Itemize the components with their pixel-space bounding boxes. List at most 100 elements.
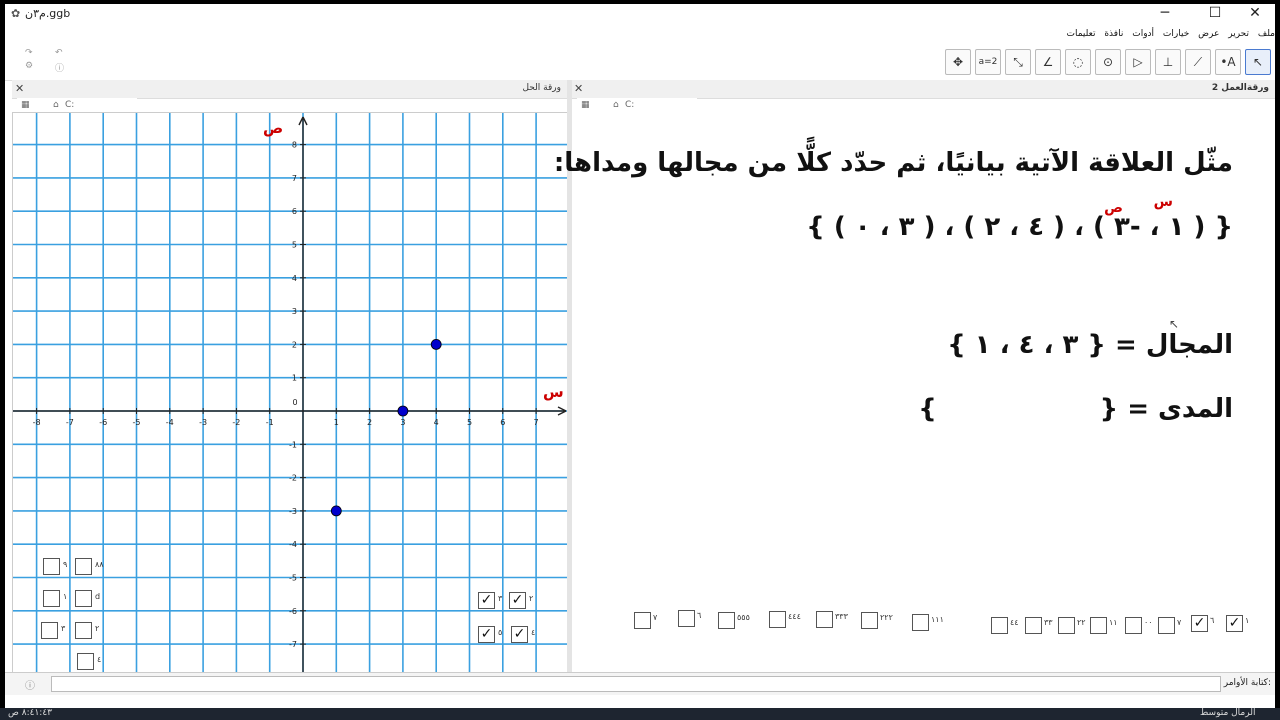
tool-line-icon[interactable]: ⟋ [1185, 49, 1211, 75]
input-label: كتابة الأوامر: [1223, 678, 1271, 688]
tool-angle-icon[interactable]: ∠ [1035, 49, 1061, 75]
plotted-point [330, 505, 342, 517]
home-icon[interactable]: ⌂ [613, 100, 619, 110]
weather-widget[interactable]: الرمال متوسط [1200, 708, 1255, 718]
y-tick-label: 8 [292, 141, 297, 150]
app-window: ✿ م٣ن.ggb ─ ☐ ✕ ملف تحرير عرض خيارات أدو… [5, 4, 1275, 708]
answer-checkbox[interactable] [43, 590, 60, 607]
menu-help[interactable]: تعليمات [1067, 26, 1096, 42]
command-input[interactable] [51, 676, 1221, 692]
answer-checkbox[interactable] [912, 614, 929, 631]
worksheet-view: مثّل العلاقة الآتية بيانيًا، ثم حدّد كلً… [554, 112, 1275, 672]
worksheet-panel-title[interactable]: ورقةالعمل 2 [1212, 83, 1269, 93]
checkbox-label: ٣ [61, 624, 66, 633]
tool-circle-icon[interactable]: ⊙ [1095, 49, 1121, 75]
checkbox-label: ١١١ [931, 615, 944, 624]
answer-checkbox[interactable] [77, 653, 94, 670]
x-tick-label: 3 [400, 418, 405, 427]
answer-checkbox[interactable]: ✓ [1226, 615, 1243, 632]
x-tick-label: 2 [367, 418, 372, 427]
answer-checkbox[interactable] [1090, 617, 1107, 634]
tool-polygon-icon[interactable]: ▷ [1125, 49, 1151, 75]
tool-ellipse-icon[interactable]: ◌ [1065, 49, 1091, 75]
tool-perpendicular-icon[interactable]: ⊥ [1155, 49, 1181, 75]
redo-icon[interactable]: ↷ [25, 48, 33, 58]
answer-checkbox[interactable] [634, 612, 651, 629]
x-tick-label: -8 [33, 418, 41, 427]
coord-label[interactable]: C: [65, 100, 74, 110]
answer-checkbox[interactable] [41, 622, 58, 639]
answer-checkbox[interactable] [678, 610, 695, 627]
tool-move-icon[interactable]: ↖ [1245, 49, 1271, 75]
input-bar: ⓘ كتابة الأوامر: [5, 672, 1275, 695]
answer-checkbox[interactable]: ✓ [478, 592, 495, 609]
checkbox-label: ٥ [498, 628, 503, 637]
checkbox-label: ٥٥٥ [737, 613, 750, 622]
checkbox-label: ٣٣٣ [835, 612, 848, 621]
settings-icon[interactable]: ⚙ [25, 61, 33, 71]
plotted-point [430, 338, 442, 350]
y-tick-label: -3 [289, 507, 297, 516]
answer-checkbox[interactable] [991, 617, 1008, 634]
y-tick-label: 1 [292, 374, 297, 383]
maximize-button[interactable]: ☐ [1195, 4, 1235, 22]
answer-checkbox[interactable] [1158, 617, 1175, 634]
y-tick-label: -2 [289, 474, 297, 483]
answer-checkbox[interactable] [861, 612, 878, 629]
y-axis-label: ص [263, 119, 283, 137]
checkbox-label: ٧ [653, 613, 658, 622]
menu-options[interactable]: خيارات [1163, 26, 1189, 42]
y-tick-label: -4 [289, 540, 297, 549]
input-help-icon[interactable]: ⓘ [25, 677, 35, 692]
x-tick-label: -6 [99, 418, 107, 427]
tool-point-icon[interactable]: •A [1215, 49, 1241, 75]
answer-checkbox[interactable]: ✓ [509, 592, 526, 609]
answer-checkbox[interactable]: ✓ [1191, 615, 1208, 632]
domain-line: المجال = { ٣ ، ٤ ، ١ } [947, 330, 1233, 360]
answer-checkbox[interactable] [75, 558, 92, 575]
menu-window[interactable]: نافذة [1104, 26, 1123, 42]
tool-move-graphics-icon[interactable]: ✥ [945, 49, 971, 75]
y-marker-label: ص [1104, 200, 1123, 216]
x-tick-label: -3 [199, 418, 207, 427]
answer-checkbox[interactable] [43, 558, 60, 575]
graphics-panel-title[interactable]: ورقة الحل [522, 83, 561, 93]
close-graphics-icon[interactable]: ✕ [15, 82, 24, 95]
checkbox-label: ٠٠ [1144, 618, 1153, 627]
clock: ٨:٤١:٤٣ ص [8, 708, 52, 718]
home-icon[interactable]: ⌂ [53, 100, 59, 110]
undo-icon[interactable]: ↶ [55, 48, 63, 58]
y-tick-label: -6 [289, 607, 297, 616]
tool-slider-icon[interactable]: a=2 [975, 49, 1001, 75]
checkbox-label: ٤ [97, 655, 102, 664]
help-icon[interactable]: ⓘ [55, 61, 64, 74]
menu-view[interactable]: عرض [1198, 26, 1219, 42]
answer-checkbox[interactable]: ✓ [478, 626, 495, 643]
answer-checkbox[interactable] [816, 611, 833, 628]
answer-checkbox[interactable] [718, 612, 735, 629]
minimize-button[interactable]: ─ [1145, 4, 1185, 22]
coordinate-grid[interactable]: -8 -7 -6 -5 -4 -3 -2 -1 0 1 2 3 4 5 6 7 8 7 6 5 4 3 2 1 -1 -2 -3 -4… [13, 113, 568, 673]
close-worksheet-icon[interactable]: ✕ [574, 82, 583, 95]
answer-checkbox[interactable] [1125, 617, 1142, 634]
graphics-view[interactable]: -8 -7 -6 -5 -4 -3 -2 -1 0 1 2 3 4 5 6 7 8 7 6 5 4 3 2 1 -1 -2 -3 -4… [12, 112, 569, 674]
menu-edit[interactable]: تحرير [1228, 26, 1249, 42]
answer-checkbox[interactable] [1058, 617, 1075, 634]
x-tick-label: -5 [133, 418, 141, 427]
answer-checkbox[interactable] [769, 611, 786, 628]
grid-toggle-icon[interactable]: ▦ [581, 100, 590, 110]
menu-tools[interactable]: أدوات [1132, 26, 1154, 42]
answer-checkbox[interactable] [1025, 617, 1042, 634]
x-marker-label: س [1153, 194, 1173, 210]
grid-toggle-icon[interactable]: ▦ [21, 100, 30, 110]
tool-reflect-icon[interactable]: ⤡ [1005, 49, 1031, 75]
close-button[interactable]: ✕ [1235, 4, 1275, 22]
x-tick-label: 1 [334, 418, 339, 427]
answer-checkbox[interactable] [75, 590, 92, 607]
menu-file[interactable]: ملف [1258, 26, 1275, 42]
x-tick-label: 4 [434, 418, 439, 427]
answer-checkbox[interactable] [75, 622, 92, 639]
checkbox-label: ٨٨ [95, 560, 104, 569]
coord-label[interactable]: C: [625, 100, 634, 110]
answer-checkbox[interactable]: ✓ [511, 626, 528, 643]
